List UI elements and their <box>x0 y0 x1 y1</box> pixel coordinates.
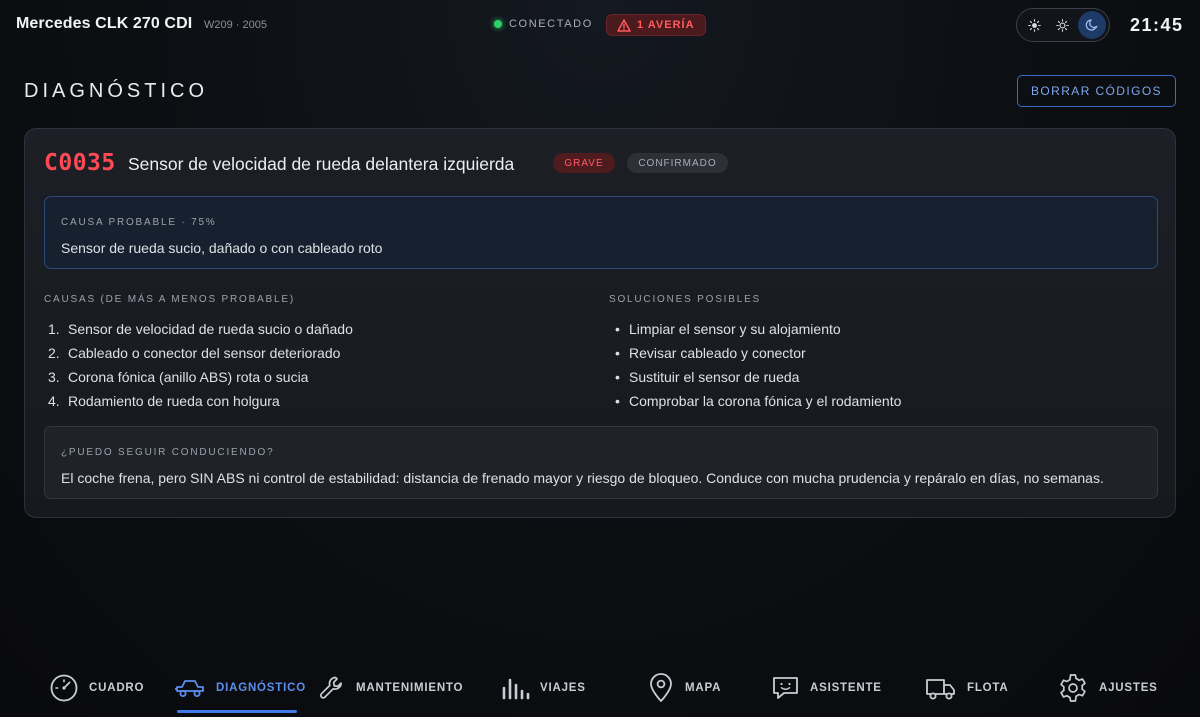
nav-item-diagnostico[interactable]: DIAGNÓSTICO <box>174 672 306 704</box>
list-item: 3. Corona fónica (anillo ABS) rota o suci… <box>48 369 309 385</box>
active-tab-indicator <box>177 710 297 713</box>
nav-item-label: AJUSTES <box>1099 682 1158 694</box>
theme-auto-button[interactable] <box>1020 11 1048 39</box>
map-pin-icon <box>650 673 672 702</box>
cause-text: Corona fónica (anillo ABS) rota o sucia <box>68 369 309 385</box>
nav-item-cuadro[interactable]: CUADRO <box>49 672 144 704</box>
dtc-card: C0035 Sensor de velocidad de rueda delan… <box>24 128 1176 518</box>
drive-advice-text: El coche frena, pero SIN ABS ni control … <box>61 470 1104 486</box>
bottom-nav: CUADRO DIAGNÓSTICO MANTENIMIENTO VIAJES <box>0 660 1200 717</box>
list-item: 4. Rodamiento de rueda con holgura <box>48 393 280 409</box>
nav-item-label: ASISTENTE <box>810 682 882 694</box>
list-item: • Limpiar el sensor y su alojamiento <box>615 321 841 337</box>
dtc-code: C0035 <box>44 150 116 176</box>
truck-icon <box>926 679 955 700</box>
nav-item-ajustes[interactable]: AJUSTES <box>1057 672 1158 704</box>
bar-chart-icon <box>502 678 530 700</box>
car-icon <box>175 680 204 697</box>
fault-count-label: 1 AVERÍA <box>637 19 695 31</box>
drive-advice-panel: ¿PUEDO SEGUIR CONDUCIENDO? El coche fren… <box>44 426 1158 499</box>
nav-item-mapa[interactable]: MAPA <box>647 672 721 704</box>
nav-item-label: CUADRO <box>89 682 145 694</box>
page-title: DIAGNÓSTICO <box>24 80 209 102</box>
nav-item-label: FLOTA <box>967 682 1009 694</box>
top-bar: Mercedes CLK 270 CDI W209 · 2005 CONECTA… <box>0 0 1200 50</box>
list-item: • Comprobar la corona fónica y el rodamie… <box>615 393 902 409</box>
gear-icon <box>1060 674 1086 702</box>
list-item: • Revisar cableado y conector <box>615 345 806 361</box>
status-dot-icon <box>494 20 502 28</box>
clock: 21:45 <box>1130 15 1184 35</box>
nav-item-asistente[interactable]: ASISTENTE <box>771 672 882 704</box>
severity-badge: GRAVE <box>553 153 615 173</box>
solution-text: Sustituir el sensor de rueda <box>629 369 800 385</box>
moon-icon <box>1085 19 1098 31</box>
solution-text: Comprobar la corona fónica y el rodamien… <box>629 393 902 409</box>
solution-text: Limpiar el sensor y su alojamiento <box>629 321 841 337</box>
connection-status: CONECTADO <box>494 18 593 30</box>
vehicle-model-year: W209 · 2005 <box>204 19 267 31</box>
sun-icon <box>1056 18 1070 32</box>
probable-cause-panel: CAUSA PROBABLE · 75% Sensor de rueda suc… <box>44 196 1158 269</box>
list-item: 2. Cableado o conector del sensor deterio… <box>48 345 341 361</box>
clear-codes-button[interactable]: BORRAR CÓDIGOS <box>1017 75 1176 107</box>
theme-light-button[interactable] <box>1049 11 1077 39</box>
nav-item-mantenimiento[interactable]: MANTENIMIENTO <box>318 672 463 704</box>
nav-item-viajes[interactable]: VIAJES <box>500 672 586 704</box>
probable-cause-text: Sensor de rueda sucio, dañado o con cabl… <box>61 240 383 256</box>
sun-auto-icon <box>1028 18 1041 32</box>
fault-count-badge[interactable]: 1 AVERÍA <box>606 14 706 36</box>
state-badge: CONFIRMADO <box>627 153 728 173</box>
nav-item-label: MANTENIMIENTO <box>356 682 464 694</box>
nav-item-label: MAPA <box>685 682 722 694</box>
solution-text: Revisar cableado y conector <box>629 345 806 361</box>
probable-cause-label: CAUSA PROBABLE · 75% <box>61 217 217 228</box>
warning-triangle-icon <box>617 18 631 32</box>
nav-item-label: VIAJES <box>540 682 586 694</box>
cause-text: Cableado o conector del sensor deteriora… <box>68 345 341 361</box>
list-item: 1. Sensor de velocidad de rueda sucio o d… <box>48 321 353 337</box>
solutions-list: • Limpiar el sensor y su alojamiento • Rev… <box>615 317 901 413</box>
cause-text: Sensor de velocidad de rueda sucio o dañ… <box>68 321 353 337</box>
dtc-title: Sensor de velocidad de rueda delantera i… <box>128 154 515 174</box>
connection-status-label: CONECTADO <box>509 18 593 30</box>
nav-item-flota[interactable]: FLOTA <box>925 672 1008 704</box>
list-item: • Sustituir el sensor de rueda <box>615 369 800 385</box>
vehicle-name: Mercedes CLK 270 CDI <box>16 15 193 32</box>
chat-bot-icon <box>773 677 798 699</box>
drive-advice-label: ¿PUEDO SEGUIR CONDUCIENDO? <box>61 447 275 458</box>
gauge-icon <box>50 674 78 702</box>
wrench-icon <box>320 676 342 699</box>
nav-item-label: DIAGNÓSTICO <box>216 682 306 694</box>
causes-list: 1. Sensor de velocidad de rueda sucio o d… <box>48 317 353 413</box>
solutions-heading: SOLUCIONES POSIBLES <box>609 294 762 305</box>
theme-dark-button[interactable] <box>1077 11 1106 39</box>
causes-heading: CAUSAS (DE MÁS A MENOS PROBABLE) <box>44 294 295 305</box>
theme-toggle <box>1016 8 1110 42</box>
cause-text: Rodamiento de rueda con holgura <box>68 393 280 409</box>
